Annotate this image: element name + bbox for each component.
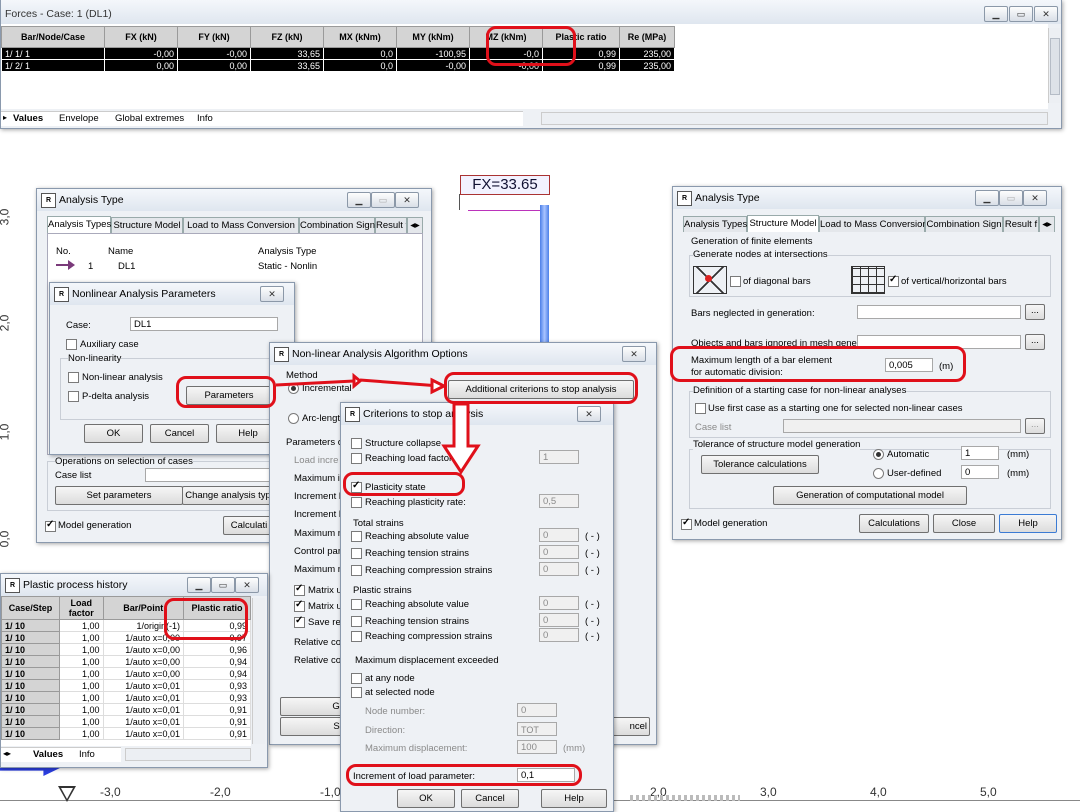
- annotation-arrows: [275, 372, 481, 475]
- arrow-to-additional: [275, 372, 363, 390]
- arrow-to-additional-2: [359, 377, 448, 395]
- arrow-down-to-plasticity: [441, 402, 481, 475]
